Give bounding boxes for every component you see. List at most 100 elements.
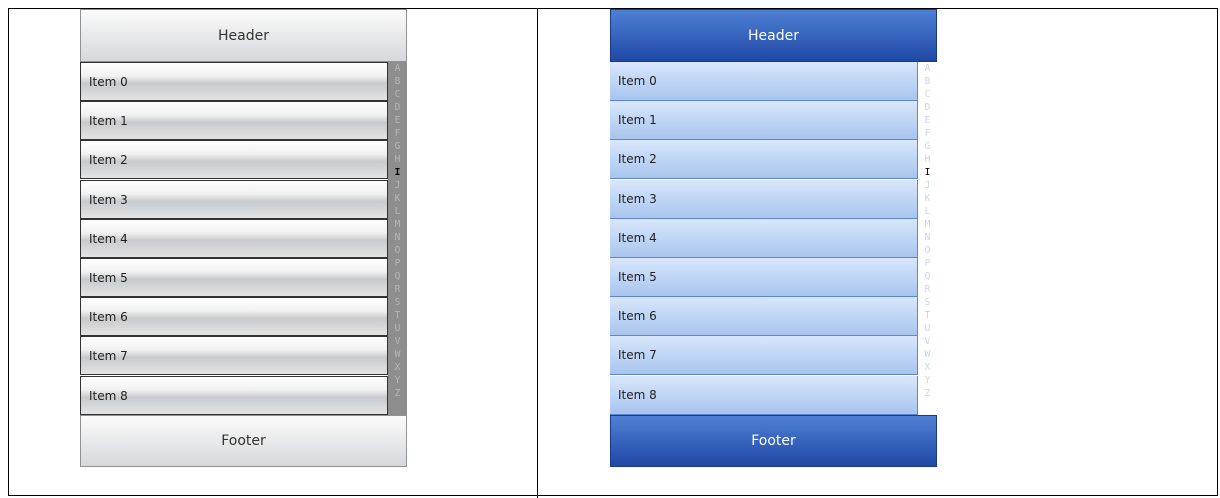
alphabet-index[interactable]: ABCDEFGHIJKLMNOPQRSTUVWXYZ	[918, 62, 937, 415]
index-letter[interactable]: P	[395, 257, 401, 270]
list-item[interactable]: Item 2	[610, 140, 918, 179]
index-letter[interactable]: C	[395, 88, 401, 101]
list-item-label: Item 3	[618, 192, 657, 206]
index-letter[interactable]: F	[925, 127, 931, 140]
blue-list-panel: Header Item 0 Item 1 Item 2 Item 3 Item 4 Ite…	[610, 9, 937, 467]
index-letter[interactable]: N	[925, 231, 931, 244]
index-letter[interactable]: Z	[395, 387, 401, 400]
index-letter[interactable]: J	[925, 179, 931, 192]
list-item[interactable]: Item 3	[80, 180, 388, 219]
index-letter[interactable]: P	[925, 257, 931, 270]
list-item-label: Item 0	[89, 74, 128, 89]
footer-bar: Footer	[80, 415, 407, 467]
list-item[interactable]: Item 5	[80, 258, 388, 297]
items-container: Item 0 Item 1 Item 2 Item 3 Item 4 Item 5 Item…	[610, 62, 918, 415]
gray-list-panel: Header Item 0 Item 1 Item 2 Item 3 Item 4 Ite…	[80, 9, 407, 467]
header-label: Header	[218, 27, 269, 44]
index-letter[interactable]: T	[395, 309, 401, 322]
list-item-label: Item 3	[89, 192, 128, 207]
index-letter[interactable]: G	[925, 140, 931, 153]
index-letter[interactable]: W	[925, 348, 931, 361]
index-letter[interactable]: O	[395, 244, 401, 257]
index-letter[interactable]: I	[925, 166, 931, 179]
index-letter[interactable]: D	[925, 101, 931, 114]
index-letter[interactable]: D	[395, 101, 401, 114]
index-letter[interactable]: C	[925, 88, 931, 101]
index-letter[interactable]: V	[925, 335, 931, 348]
index-letter[interactable]: V	[395, 335, 401, 348]
list-item-label: Item 5	[618, 270, 657, 284]
list-item[interactable]: Item 1	[80, 101, 388, 140]
header-label: Header	[748, 27, 799, 44]
index-letter[interactable]: M	[925, 218, 931, 231]
list-item[interactable]: Item 0	[610, 62, 918, 101]
list-item[interactable]: Item 5	[610, 258, 918, 297]
list-item[interactable]: Item 4	[610, 219, 918, 258]
index-letter[interactable]: R	[395, 283, 401, 296]
list-item-label: Item 6	[89, 309, 128, 324]
list-item[interactable]: Item 2	[80, 140, 388, 179]
alphabet-index[interactable]: ABCDEFGHIJKLMNOPQRSTUVWXYZ	[388, 62, 407, 415]
list-item-label: Item 4	[618, 231, 657, 245]
list-item-label: Item 1	[618, 113, 657, 127]
index-letter[interactable]: Q	[925, 270, 931, 283]
list-item-label: Item 1	[89, 113, 128, 128]
list-item-label: Item 5	[89, 270, 128, 285]
list-item-label: Item 2	[618, 152, 657, 166]
list-item[interactable]: Item 7	[80, 336, 388, 375]
list-item-label: Item 6	[618, 309, 657, 323]
index-letter[interactable]: E	[925, 114, 931, 127]
index-letter[interactable]: Y	[395, 374, 401, 387]
index-letter[interactable]: E	[395, 114, 401, 127]
index-letter[interactable]: M	[395, 218, 401, 231]
index-letter[interactable]: K	[395, 192, 401, 205]
index-letter[interactable]: N	[395, 231, 401, 244]
index-letter[interactable]: I	[395, 166, 401, 179]
index-letter[interactable]: A	[395, 62, 401, 75]
list-item-label: Item 8	[618, 388, 657, 402]
index-letter[interactable]: J	[395, 179, 401, 192]
index-letter[interactable]: U	[925, 322, 931, 335]
index-letter[interactable]: Q	[395, 270, 401, 283]
column-divider	[537, 8, 538, 498]
index-letter[interactable]: Y	[925, 374, 931, 387]
index-letter[interactable]: H	[395, 153, 401, 166]
header-bar: Header	[80, 9, 407, 62]
index-letter[interactable]: U	[395, 322, 401, 335]
index-letter[interactable]: G	[395, 140, 401, 153]
index-letter[interactable]: B	[925, 75, 931, 88]
index-letter[interactable]: L	[925, 205, 931, 218]
header-bar: Header	[610, 9, 937, 62]
list-item-label: Item 2	[89, 152, 128, 167]
list-item[interactable]: Item 6	[610, 297, 918, 336]
list-item-label: Item 8	[89, 388, 128, 403]
list-item[interactable]: Item 8	[80, 376, 388, 415]
index-letter[interactable]: S	[395, 296, 401, 309]
index-letter[interactable]: T	[925, 309, 931, 322]
index-letter[interactable]: H	[925, 153, 931, 166]
items-container: Item 0 Item 1 Item 2 Item 3 Item 4 Item 5 Item…	[80, 62, 388, 415]
footer-bar: Footer	[610, 415, 937, 467]
index-letter[interactable]: X	[925, 361, 931, 374]
list-item[interactable]: Item 8	[610, 376, 918, 415]
index-letter[interactable]: K	[925, 192, 931, 205]
index-letter[interactable]: R	[925, 283, 931, 296]
index-letter[interactable]: B	[395, 75, 401, 88]
item-list[interactable]: Item 0 Item 1 Item 2 Item 3 Item 4 Item 5 Item…	[610, 62, 937, 415]
list-item[interactable]: Item 7	[610, 336, 918, 375]
list-item[interactable]: Item 0	[80, 62, 388, 101]
index-letter[interactable]: Z	[925, 387, 931, 400]
index-letter[interactable]: L	[395, 205, 401, 218]
index-letter[interactable]: S	[925, 296, 931, 309]
item-list[interactable]: Item 0 Item 1 Item 2 Item 3 Item 4 Item 5 Item…	[80, 62, 407, 415]
index-letter[interactable]: X	[395, 361, 401, 374]
list-item[interactable]: Item 3	[610, 180, 918, 219]
index-letter[interactable]: O	[925, 244, 931, 257]
index-letter[interactable]: A	[925, 62, 931, 75]
index-letter[interactable]: F	[395, 127, 401, 140]
index-letter[interactable]: W	[395, 348, 401, 361]
list-item[interactable]: Item 6	[80, 297, 388, 336]
list-item[interactable]: Item 4	[80, 219, 388, 258]
list-item-label: Item 7	[89, 348, 128, 363]
list-item[interactable]: Item 1	[610, 101, 918, 140]
